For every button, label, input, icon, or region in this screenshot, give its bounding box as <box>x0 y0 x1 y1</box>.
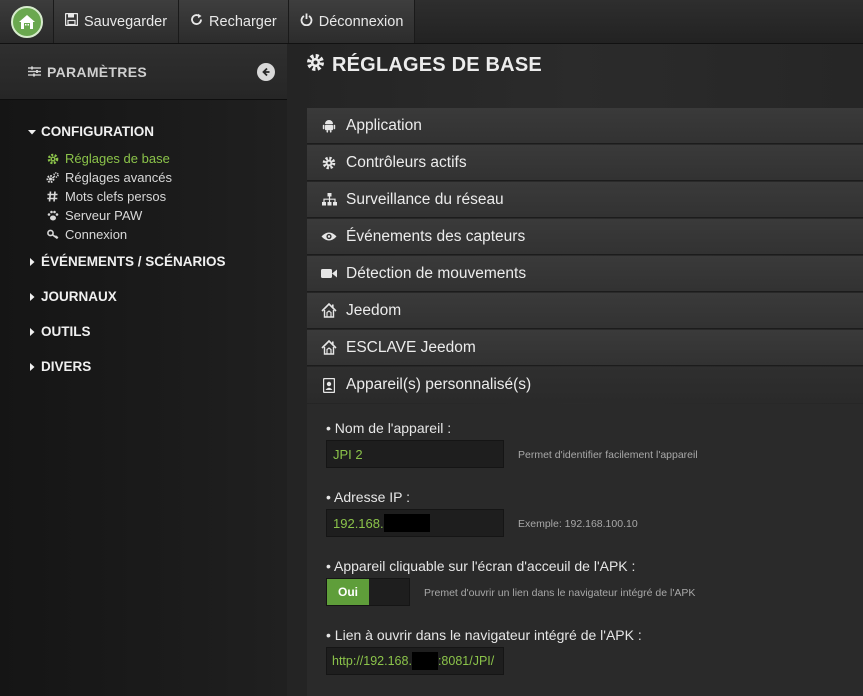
caret-right-icon <box>28 289 36 304</box>
sidebar-item-connexion[interactable]: Connexion <box>46 227 127 242</box>
key-icon <box>46 229 59 240</box>
sidebar-item-reglages-de-base[interactable]: Réglages de base <box>46 151 170 166</box>
gear-icon <box>46 153 59 165</box>
sidebar-section-journaux[interactable]: JOURNAUX <box>28 289 117 304</box>
caret-right-icon <box>28 359 36 374</box>
clickable-toggle[interactable]: Oui <box>326 578 410 606</box>
panel-label: ESCLAVE Jeedom <box>346 338 476 356</box>
video-camera-icon <box>321 268 337 279</box>
clickable-help: Premet d'ouvrir un lien dans le navigate… <box>424 587 696 599</box>
gears-icon <box>46 171 59 184</box>
device-form: • Nom de l'appareil : JPI 2 Permet d'ide… <box>307 404 863 696</box>
redacted-block <box>411 652 438 670</box>
sidebar-item-label: Réglages avancés <box>65 170 172 185</box>
ip-address-value: 192.168. <box>333 515 384 531</box>
caret-right-icon <box>28 254 36 269</box>
sitemap-icon <box>321 193 337 206</box>
panel-label: Application <box>346 116 422 134</box>
reload-button[interactable]: Recharger <box>179 0 289 43</box>
sidebar-item-label: Réglages de base <box>65 151 170 166</box>
panel-label: Surveillance du réseau <box>346 190 504 208</box>
caret-right-icon <box>28 324 36 339</box>
power-icon <box>300 13 313 30</box>
sidebar-section-configuration[interactable]: CONFIGURATION <box>28 124 154 139</box>
sidebar-section-label: OUTILS <box>41 324 91 339</box>
sidebar-title: PARAMÈTRES <box>47 63 147 80</box>
caret-down-icon <box>28 124 36 139</box>
panel-jeedom[interactable]: Jeedom <box>307 293 863 329</box>
collapse-sidebar-button[interactable] <box>257 62 275 81</box>
android-icon <box>321 118 337 133</box>
sidebar-section-outils[interactable]: OUTILS <box>28 324 91 339</box>
home-button[interactable] <box>0 0 54 43</box>
panel-detection-mouvements[interactable]: Détection de mouvements <box>307 256 863 292</box>
jeedom-icon <box>321 303 337 318</box>
save-label: Sauvegarder <box>84 13 168 30</box>
device-name-input[interactable]: JPI 2 <box>326 440 504 468</box>
link-value-prefix: http://192.168. <box>332 654 412 668</box>
link-label: • Lien à ouvrir dans le navigateur intég… <box>326 627 642 643</box>
logout-button[interactable]: Déconnexion <box>288 0 416 43</box>
device-name-value: JPI 2 <box>333 446 363 462</box>
sidebar-item-label: Connexion <box>65 227 128 242</box>
sidebar-section-divers[interactable]: DIVERS <box>28 359 91 374</box>
ip-address-help: Exemple: 192.168.100.10 <box>518 518 638 530</box>
device-name-help: Permet d'identifier facilement l'apparei… <box>518 449 698 461</box>
gear-icon <box>321 156 337 170</box>
save-button[interactable]: Sauvegarder <box>54 0 180 43</box>
arrow-left-icon <box>261 64 271 80</box>
panel-application[interactable]: Application <box>307 108 863 144</box>
sidebar-item-reglages-avances[interactable]: Réglages avancés <box>46 170 172 185</box>
panel-controleurs-actifs[interactable]: Contrôleurs actifs <box>307 145 863 181</box>
sidebar: PARAMÈTRES CONFIGURATION Réglages de bas… <box>0 44 287 696</box>
panel-label: Détection de mouvements <box>346 264 527 282</box>
main-content: RÉGLAGES DE BASE Application Contrôleurs… <box>287 44 863 696</box>
refresh-icon <box>190 13 203 30</box>
panel-label: Appareil(s) personnalisé(s) <box>346 376 532 393</box>
panel-esclave-jeedom[interactable]: ESCLAVE Jeedom <box>307 330 863 366</box>
logout-label: Déconnexion <box>318 13 404 30</box>
panel-label: Jeedom <box>346 301 402 319</box>
sidebar-item-label: Serveur PAW <box>65 208 143 223</box>
panel-evenements-capteurs[interactable]: Événements des capteurs <box>307 219 863 255</box>
ip-address-input[interactable]: 192.168. <box>326 509 504 537</box>
link-input[interactable]: http://192.168. :8081/JPI/ <box>326 647 504 675</box>
panel-appareils-personnalises[interactable]: Appareil(s) personnalisé(s) <box>307 367 863 403</box>
portrait-icon <box>321 377 337 393</box>
floppy-disk-icon <box>64 12 79 30</box>
panel-label: Événements des capteurs <box>346 227 526 245</box>
toggle-on-label: Oui <box>327 579 369 605</box>
sidebar-section-label: JOURNAUX <box>41 289 117 304</box>
ip-address-label: • Adresse IP : <box>326 489 411 505</box>
house-icon <box>10 5 43 38</box>
clickable-label: • Appareil cliquable sur l'écran d'acceu… <box>326 558 636 574</box>
paw-icon <box>46 210 59 221</box>
hashtag-icon <box>46 191 59 202</box>
panel-surveillance-reseau[interactable]: Surveillance du réseau <box>307 182 863 218</box>
sidebar-section-evenements[interactable]: ÉVÉNEMENTS / SCÉNARIOS <box>28 254 226 269</box>
page-title: RÉGLAGES DE BASE <box>306 53 542 78</box>
redacted-block <box>383 514 430 532</box>
sidebar-item-serveur-paw[interactable]: Serveur PAW <box>46 208 142 223</box>
sidebar-section-label: ÉVÉNEMENTS / SCÉNARIOS <box>41 254 226 269</box>
sidebar-section-label: DIVERS <box>41 359 92 374</box>
sidebar-section-label: CONFIGURATION <box>41 124 154 139</box>
panel-label: Contrôleurs actifs <box>346 153 467 171</box>
eye-icon <box>321 231 337 242</box>
gear-icon <box>306 53 325 78</box>
sidebar-header: PARAMÈTRES <box>0 44 287 100</box>
page-title-text: RÉGLAGES DE BASE <box>332 54 542 76</box>
sidebar-item-label: Mots clefs persos <box>65 189 167 204</box>
link-value-suffix: :8081/JPI/ <box>437 654 495 668</box>
sliders-icon <box>28 64 41 80</box>
sidebar-item-mots-clefs-persos[interactable]: Mots clefs persos <box>46 189 166 204</box>
jeedom-icon <box>321 340 337 355</box>
device-name-label: • Nom de l'appareil : <box>326 420 452 436</box>
reload-label: Recharger <box>209 13 277 30</box>
top-toolbar: Sauvegarder Recharger Déconnexion <box>0 0 863 44</box>
